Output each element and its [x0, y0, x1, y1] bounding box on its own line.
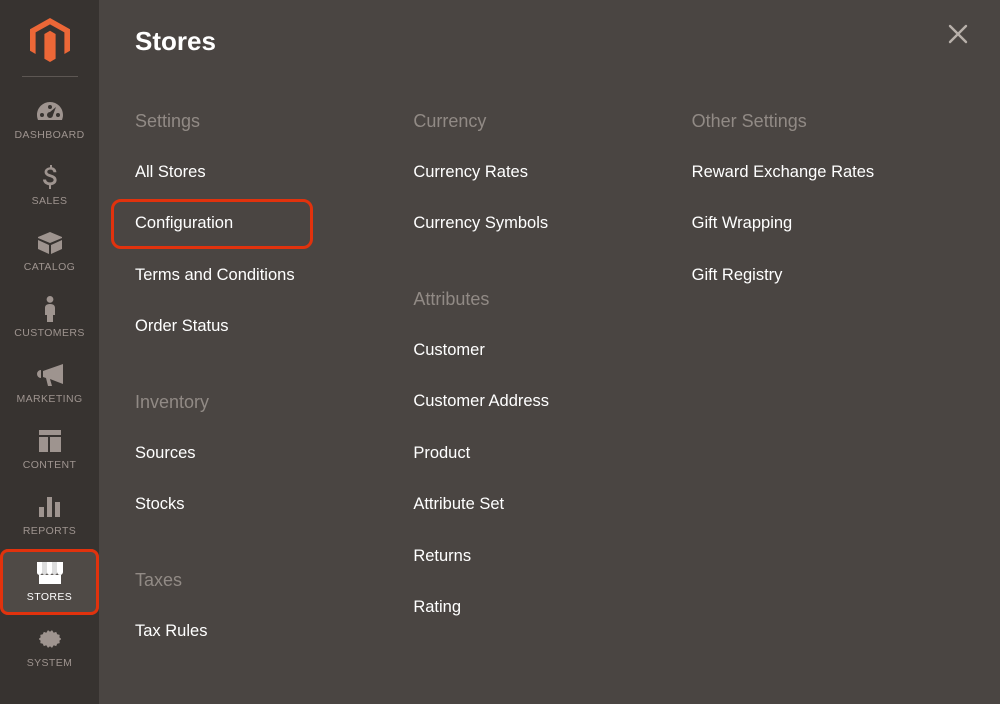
nav-stores-label: STORES: [27, 591, 72, 603]
nav-catalog[interactable]: CATALOG: [0, 219, 99, 285]
nav-reports[interactable]: REPORTS: [0, 483, 99, 549]
stores-flyout: Stores Settings All Stores Configuration…: [99, 0, 1000, 704]
link-currency-symbols[interactable]: Currency Symbols: [413, 213, 548, 234]
link-tax-rules[interactable]: Tax Rules: [135, 621, 207, 642]
link-attr-customer[interactable]: Customer: [413, 340, 485, 361]
close-icon: [948, 24, 968, 49]
nav-dashboard[interactable]: DASHBOARD: [0, 87, 99, 153]
nav-stores[interactable]: STORES: [0, 549, 99, 615]
nav-dashboard-label: DASHBOARD: [14, 129, 84, 141]
gear-icon: [39, 625, 61, 653]
link-attr-product[interactable]: Product: [413, 443, 470, 464]
link-stocks[interactable]: Stocks: [135, 494, 185, 515]
col-other: Other Settings Reward Exchange Rates Gif…: [692, 111, 960, 672]
nav-catalog-label: CATALOG: [24, 261, 75, 273]
nav-customers[interactable]: CUSTOMERS: [0, 285, 99, 351]
section-head-other: Other Settings: [692, 111, 960, 132]
magento-logo[interactable]: [30, 12, 70, 72]
admin-sidenav: DASHBOARD SALES CATALOG CUSTOMERS MARKET: [0, 0, 99, 704]
close-button[interactable]: [944, 22, 972, 50]
nav-customers-label: CUSTOMERS: [14, 327, 85, 339]
link-sources[interactable]: Sources: [135, 443, 196, 464]
person-icon: [43, 295, 57, 323]
link-order-status[interactable]: Order Status: [135, 316, 229, 337]
link-reward-rates[interactable]: Reward Exchange Rates: [692, 162, 875, 183]
col-settings: Settings All Stores Configuration Terms …: [135, 111, 403, 672]
flyout-title: Stores: [135, 26, 960, 57]
nav-divider: [22, 76, 78, 77]
nav-reports-label: REPORTS: [23, 525, 76, 537]
section-head-inventory: Inventory: [135, 392, 403, 413]
link-terms[interactable]: Terms and Conditions: [135, 265, 295, 286]
link-currency-rates[interactable]: Currency Rates: [413, 162, 528, 183]
nav-marketing-label: MARKETING: [16, 393, 82, 405]
section-head-currency: Currency: [413, 111, 681, 132]
section-head-attributes: Attributes: [413, 289, 681, 310]
box-icon: [38, 229, 62, 257]
bars-icon: [39, 493, 61, 521]
section-head-settings: Settings: [135, 111, 403, 132]
store-icon: [37, 559, 63, 587]
megaphone-icon: [37, 361, 63, 389]
nav-system-label: SYSTEM: [27, 657, 73, 669]
nav-system[interactable]: SYSTEM: [0, 615, 99, 681]
link-attr-set[interactable]: Attribute Set: [413, 494, 504, 515]
link-configuration[interactable]: Configuration: [135, 213, 233, 234]
link-attr-customer-addr[interactable]: Customer Address: [413, 391, 549, 412]
nav-sales-label: SALES: [32, 195, 68, 207]
gauge-icon: [37, 97, 63, 125]
link-all-stores[interactable]: All Stores: [135, 162, 206, 183]
col-currency: Currency Currency Rates Currency Symbols…: [413, 111, 681, 672]
link-attr-rating[interactable]: Rating: [413, 597, 461, 618]
link-gift-registry[interactable]: Gift Registry: [692, 265, 783, 286]
nav-sales[interactable]: SALES: [0, 153, 99, 219]
nav-content-label: CONTENT: [23, 459, 77, 471]
nav-marketing[interactable]: MARKETING: [0, 351, 99, 417]
section-head-taxes: Taxes: [135, 570, 403, 591]
link-gift-wrapping[interactable]: Gift Wrapping: [692, 213, 793, 234]
link-attr-returns[interactable]: Returns: [413, 546, 471, 567]
nav-content[interactable]: CONTENT: [0, 417, 99, 483]
layout-icon: [39, 427, 61, 455]
dollar-icon: [43, 163, 57, 191]
